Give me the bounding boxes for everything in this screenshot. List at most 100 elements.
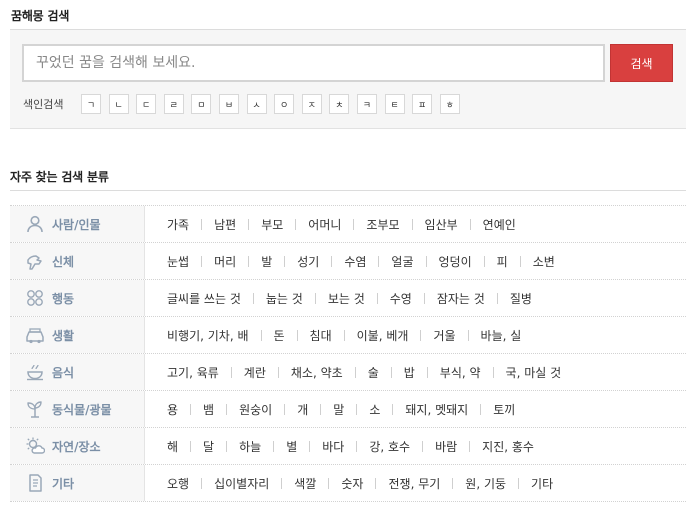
category-name: 신체 [52,254,75,269]
category-link[interactable]: 밥 [404,364,415,381]
search-input[interactable] [22,44,605,82]
category-header[interactable]: 행동 [10,280,145,316]
category-link[interactable]: 남편 [214,216,236,233]
category-link[interactable]: 술 [368,364,379,381]
index-key[interactable]: ㄱ [81,94,101,114]
category-link[interactable]: 글씨를 쓰는 것 [167,290,241,307]
category-link[interactable]: 색깔 [294,475,316,492]
category-link[interactable]: 용 [167,401,178,418]
category-link[interactable]: 돈 [274,327,285,344]
category-link[interactable]: 눈썹 [167,253,189,270]
category-link[interactable]: 질병 [510,290,532,307]
item-separator [328,477,330,489]
category-link[interactable]: 별 [286,438,297,455]
category-link[interactable]: 원, 기둥 [465,475,506,492]
item-separator [519,255,521,267]
category-link[interactable]: 바다 [322,438,344,455]
category-link[interactable]: 개 [297,401,308,418]
category-link[interactable]: 피 [497,253,508,270]
category-items: 용 뱀 원숭이 개 말 소 돼지, 멧돼지 토끼 [145,391,515,427]
index-key[interactable]: ㅌ [384,94,405,114]
category-header[interactable]: 음식 [10,354,145,390]
item-separator [375,477,377,489]
item-separator [483,255,485,267]
category-link[interactable]: 지진, 홍수 [482,438,534,455]
category-link[interactable]: 십이별자리 [214,475,269,492]
category-link[interactable]: 엉덩이 [439,253,472,270]
activity-icon [22,286,48,310]
category-row: 자연/장소 해 달 하늘 별 바다 강, 호수 바람 지진, 홍수 [10,428,686,465]
category-items: 오행 십이별자리 색깔 숫자 전쟁, 무기 원, 기둥 기타 [145,465,553,501]
category-link[interactable]: 성기 [297,253,319,270]
category-header[interactable]: 동식물/광물 [10,391,145,427]
index-key[interactable]: ㅋ [356,94,377,114]
index-key[interactable]: ㄹ [163,94,184,114]
category-link[interactable]: 가족 [167,216,189,233]
category-link[interactable]: 달 [203,438,214,455]
category-link[interactable]: 계란 [244,364,266,381]
category-header[interactable]: 생활 [10,317,145,353]
category-link[interactable]: 거울 [433,327,455,344]
item-separator [190,403,192,415]
category-link[interactable]: 해 [167,438,178,455]
category-link[interactable]: 발 [261,253,272,270]
category-link[interactable]: 강, 호수 [369,438,410,455]
category-header[interactable]: 자연/장소 [10,428,145,464]
search-panel: 검색 색인검색 ㄱㄴㄷㄹㅁㅂㅅㅇㅈㅊㅋㅌㅍㅎ [10,30,686,129]
category-link[interactable]: 이불, 베개 [357,327,409,344]
category-link[interactable]: 비행기, 기차, 배 [167,327,249,344]
index-key[interactable]: ㅇ [274,94,295,114]
index-key[interactable]: ㅁ [191,94,212,114]
index-key[interactable]: ㅊ [329,94,350,114]
category-link[interactable]: 소 [369,401,380,418]
item-separator [190,440,192,452]
category-header[interactable]: 신체 [10,243,145,279]
category-link[interactable]: 바늘, 실 [481,327,522,344]
category-link[interactable]: 침대 [310,327,332,344]
item-separator [252,292,254,304]
category-link[interactable]: 토끼 [493,401,515,418]
category-link[interactable]: 채소, 약초 [291,364,343,381]
category-link[interactable]: 소변 [533,253,555,270]
category-link[interactable]: 어머니 [308,216,341,233]
category-header[interactable]: 사람/인물 [10,206,145,242]
category-name: 기타 [52,476,75,491]
index-key[interactable]: ㅈ [301,94,322,114]
category-link[interactable]: 뱀 [203,401,214,418]
category-link[interactable]: 잠자는 것 [437,290,485,307]
category-link[interactable]: 부식, 약 [440,364,481,381]
index-key[interactable]: ㅎ [439,94,460,114]
category-link[interactable]: 국, 마실 것 [506,364,562,381]
item-separator [376,292,378,304]
index-key[interactable]: ㅂ [218,94,239,114]
category-link[interactable]: 얼굴 [391,253,413,270]
category-link[interactable]: 눕는 것 [266,290,303,307]
category-link[interactable]: 고기, 육류 [167,364,219,381]
index-key[interactable]: ㅅ [246,94,267,114]
category-header[interactable]: 기타 [10,465,145,501]
index-key[interactable]: ㄴ [108,94,129,114]
category-link[interactable]: 조부모 [366,216,399,233]
index-key[interactable]: ㄷ [136,94,157,114]
category-link[interactable]: 하늘 [239,438,261,455]
category-link[interactable]: 돼지, 멧돼지 [405,401,468,418]
category-link[interactable]: 머리 [214,253,236,270]
item-separator [320,403,322,415]
category-link[interactable]: 보는 것 [328,290,365,307]
category-link[interactable]: 부모 [261,216,283,233]
category-link[interactable]: 수염 [344,253,366,270]
category-row: 생활 비행기, 기차, 배 돈 침대 이불, 베개 거울 바늘, 실 [10,317,686,354]
category-link[interactable]: 바람 [435,438,457,455]
category-link[interactable]: 원숭이 [239,401,272,418]
index-key[interactable]: ㅍ [412,94,433,114]
category-link[interactable]: 말 [333,401,344,418]
category-link[interactable]: 연예인 [483,216,516,233]
search-button[interactable]: 검색 [610,44,673,82]
category-link[interactable]: 기타 [531,475,553,492]
category-link[interactable]: 오행 [167,475,189,492]
category-row: 신체 눈썹 머리 발 성기 수염 얼굴 엉덩이 피 소변 [10,243,686,280]
category-link[interactable]: 수영 [390,290,412,307]
category-link[interactable]: 전쟁, 무기 [388,475,440,492]
category-link[interactable]: 숫자 [341,475,363,492]
category-link[interactable]: 임산부 [425,216,458,233]
